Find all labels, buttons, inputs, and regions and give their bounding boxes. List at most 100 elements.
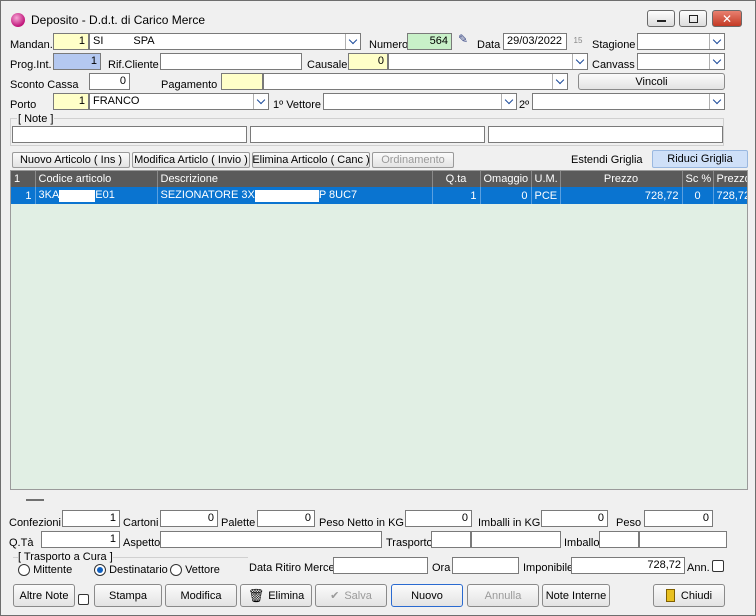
splitter-handle[interactable]	[26, 499, 44, 501]
imballi-field[interactable]: 0	[541, 510, 608, 527]
causale-combo[interactable]	[388, 53, 588, 70]
vettore1-combo[interactable]	[323, 93, 517, 110]
maximize-icon	[688, 14, 698, 23]
porto-code-field[interactable]: 1	[53, 93, 89, 110]
codice-prefix: 3KA	[38, 189, 60, 202]
imballo-desc-field[interactable]	[639, 531, 727, 548]
cell-omaggio: 0	[480, 187, 532, 204]
cell-prezzo-scontato: 728,72000	[713, 187, 747, 204]
col-header-prezzo[interactable]: Prezzo	[560, 171, 683, 187]
minimize-button[interactable]	[647, 10, 675, 27]
close-button[interactable]: ✕	[712, 10, 742, 27]
trash-icon: 🗑	[247, 587, 265, 603]
stampa-button[interactable]: Stampa	[94, 584, 162, 607]
col-header-codice[interactable]: Codice articolo	[35, 171, 158, 187]
ordinamento-button[interactable]: Ordinamento	[372, 152, 454, 168]
ora-field[interactable]	[452, 557, 519, 574]
modifica-button[interactable]: Modifica	[165, 584, 237, 607]
trasporto-desc-field[interactable]	[471, 531, 561, 548]
numero-field[interactable]: 564	[407, 33, 452, 50]
chevron-down-icon	[555, 75, 565, 85]
annulla-button[interactable]: Annulla	[467, 584, 539, 607]
pen-icon[interactable]: ✎	[454, 32, 472, 49]
chevron-down-icon	[504, 95, 514, 105]
checkmark-icon: ✔	[330, 590, 340, 602]
palette-label: Palette	[221, 517, 256, 529]
confezioni-field[interactable]: 1	[62, 510, 120, 527]
minimize-icon	[656, 20, 666, 22]
palette-field[interactable]: 0	[257, 510, 315, 527]
imponibile-label: Imponibile	[523, 562, 574, 574]
vettore2-combo[interactable]	[532, 93, 725, 110]
radio-vettore[interactable]: Vettore	[170, 564, 220, 577]
col-header-sconto[interactable]: Sc %	[682, 171, 714, 187]
salva-button[interactable]: ✔ Salva	[315, 584, 387, 607]
note-interne-button[interactable]: Note Interne	[542, 584, 610, 607]
chiudi-button[interactable]: Chiudi	[653, 584, 725, 607]
sconto-field[interactable]: 0	[89, 73, 130, 90]
window: Deposito - D.d.t. di Carico Merce ✕ Mand…	[0, 0, 756, 616]
cell-descrizione: SEZIONATORE 3X P 8UC7	[157, 187, 433, 204]
cartoni-field[interactable]: 0	[160, 510, 218, 527]
prog-field[interactable]: 1	[53, 53, 101, 70]
mandante-combo[interactable]: SI SPA	[89, 33, 361, 50]
cell-index: 1	[11, 187, 36, 204]
chevron-down-icon	[712, 35, 722, 45]
elimina-articolo-button[interactable]: Elimina Articolo ( Canc )	[252, 152, 370, 168]
imballo-field[interactable]	[599, 531, 639, 548]
ann-checkbox[interactable]	[712, 560, 724, 572]
col-header-qta[interactable]: Q.ta	[432, 171, 481, 187]
peso-field[interactable]: 0	[644, 510, 713, 527]
calendar-icon[interactable]: 15	[570, 34, 586, 48]
codice-suffix: E01	[95, 189, 115, 202]
vettore2-label: 2º	[519, 99, 530, 111]
confezioni-label: Confezioni	[9, 517, 61, 529]
ann-label: Ann.	[687, 562, 710, 574]
chevron-down-icon	[712, 55, 722, 65]
altre-note-checkbox[interactable]	[78, 594, 89, 605]
stagione-combo[interactable]	[637, 33, 725, 50]
qta-field[interactable]: 1	[41, 531, 120, 548]
note-field-1[interactable]	[12, 126, 247, 143]
col-header-descrizione[interactable]: Descrizione	[157, 171, 433, 187]
data-field[interactable]: 29/03/2022	[503, 33, 567, 50]
rif-label: Rif.Cliente	[108, 59, 159, 71]
radio-mittente[interactable]: Mittente	[18, 564, 72, 577]
note-label: [ Note ]	[17, 112, 55, 126]
pagamento-code-field[interactable]	[221, 73, 263, 90]
chevron-down-icon	[575, 55, 585, 65]
altre-note-button[interactable]: Altre Note	[13, 584, 75, 607]
aspetto-field[interactable]	[160, 531, 382, 548]
nuovo-articolo-button[interactable]: Nuovo Articolo ( Ins )	[12, 152, 130, 168]
elimina-button[interactable]: 🗑 Elimina	[240, 584, 312, 607]
causale-label: Causale	[307, 59, 348, 71]
peso-netto-field[interactable]: 0	[405, 510, 472, 527]
radio-destinatario[interactable]: Destinatario	[94, 564, 168, 577]
cell-prezzo: 728,72	[560, 187, 683, 204]
causale-code-field[interactable]: 0	[348, 53, 388, 70]
modifica-articolo-button[interactable]: Modifica Articlo ( Invio )	[132, 152, 250, 168]
articles-grid[interactable]: 1 Codice articolo Descrizione Q.ta Omagg…	[10, 170, 748, 490]
app-icon	[11, 13, 25, 27]
canvass-combo[interactable]	[637, 53, 725, 70]
vincoli-button[interactable]: Vincoli	[578, 73, 725, 90]
col-header-omaggio[interactable]: Omaggio	[480, 171, 532, 187]
nuovo-button[interactable]: Nuovo	[391, 584, 463, 607]
col-header-um[interactable]: U.M.	[531, 171, 561, 187]
maximize-button[interactable]	[679, 10, 707, 27]
estendi-griglia-button[interactable]: Estendi Griglia	[571, 153, 643, 167]
ritiro-field[interactable]	[333, 557, 428, 574]
col-header-prezzo-scontato[interactable]: Prezzo Scon	[713, 171, 747, 187]
pagamento-combo[interactable]	[263, 73, 568, 90]
note-field-2[interactable]	[250, 126, 485, 143]
chevron-down-icon	[712, 95, 722, 105]
note-field-3[interactable]	[488, 126, 723, 143]
mandante-code-field[interactable]: 1	[53, 33, 89, 50]
riduci-griglia-button[interactable]: Riduci Griglia	[652, 150, 748, 168]
rif-field[interactable]	[160, 53, 302, 70]
trasporto-field[interactable]	[431, 531, 471, 548]
table-row[interactable]: 1 3KA E01 SEZIONATORE 3X P 8UC7 1 0 PCE 72…	[11, 187, 747, 204]
porto-combo[interactable]: FRANCO	[89, 93, 269, 110]
prog-label: Prog.Int.	[10, 59, 52, 71]
chevron-down-icon	[256, 95, 266, 105]
